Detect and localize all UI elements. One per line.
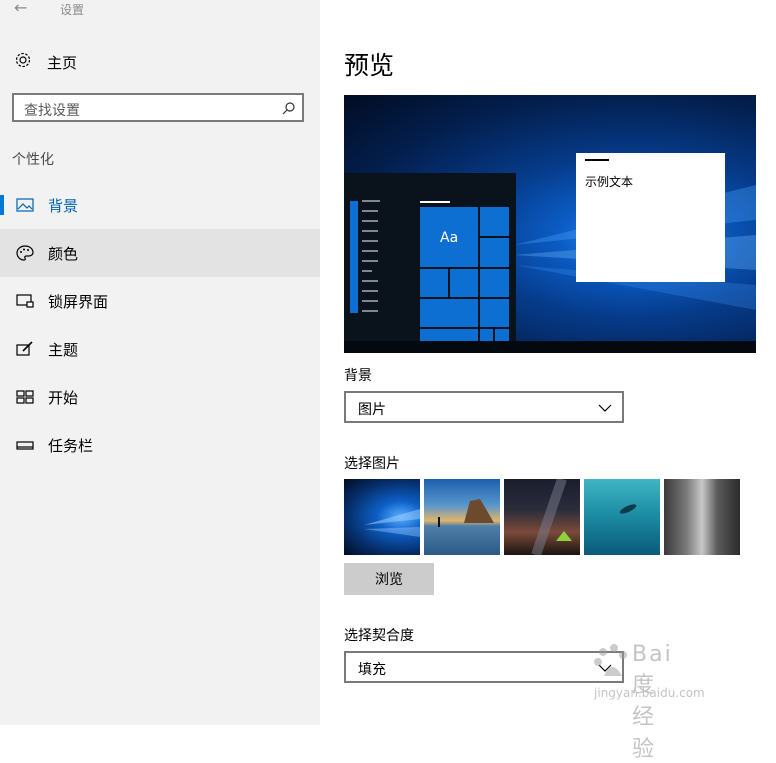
search-placeholder: 查找设置 bbox=[24, 103, 80, 119]
sidebar-item-label: 主题 bbox=[48, 341, 79, 359]
preview-app-list bbox=[362, 200, 380, 312]
sidebar-item-lockscreen[interactable]: 锁屏界面 bbox=[0, 277, 320, 325]
title-bar: ← 设置 bbox=[0, 0, 776, 20]
start-tiles-icon bbox=[16, 389, 34, 405]
lockscreen-icon bbox=[16, 293, 34, 309]
sidebar-item-taskbar[interactable]: 任务栏 bbox=[0, 421, 320, 469]
theme-brush-icon bbox=[16, 341, 34, 357]
sidebar-item-label: 颜色 bbox=[48, 245, 79, 263]
search-icon[interactable] bbox=[282, 100, 296, 119]
sidebar-item-label: 任务栏 bbox=[48, 437, 94, 455]
picture-icon bbox=[16, 197, 34, 213]
thumbnail-milky-way-tent[interactable] bbox=[504, 479, 580, 555]
background-dropdown[interactable]: 图片 bbox=[344, 391, 624, 423]
home-label: 主页 bbox=[47, 53, 78, 72]
choose-picture-label: 选择图片 bbox=[344, 456, 400, 472]
sidebar-item-colors[interactable]: 颜色 bbox=[0, 229, 320, 277]
tile-text: Aa bbox=[440, 230, 459, 246]
thumbnail-windows-light[interactable] bbox=[344, 479, 420, 555]
sample-text: 示例文本 bbox=[585, 175, 634, 189]
section-title: 个性化 bbox=[12, 152, 54, 168]
chevron-down-icon bbox=[598, 400, 612, 419]
preview-sample-window: 示例文本 bbox=[576, 153, 725, 282]
preview-taskbar bbox=[344, 341, 756, 353]
sidebar: 主页 查找设置 个性化 背景 颜色 锁屏界面 主题 开始 任务栏 bbox=[0, 0, 320, 725]
background-label: 背景 bbox=[344, 368, 372, 384]
sidebar-item-label: 锁屏界面 bbox=[48, 293, 109, 311]
preview-group-title bbox=[420, 201, 450, 203]
background-value: 图片 bbox=[358, 402, 386, 418]
sidebar-item-start[interactable]: 开始 bbox=[0, 373, 320, 421]
sidebar-item-label: 开始 bbox=[48, 389, 79, 407]
gear-icon bbox=[14, 51, 32, 73]
browse-label: 浏览 bbox=[375, 571, 403, 587]
sidebar-item-themes[interactable]: 主题 bbox=[0, 325, 320, 373]
sidebar-item-label: 背景 bbox=[48, 197, 79, 215]
watermark-url: jingyan.baidu.com bbox=[594, 686, 705, 700]
browse-button[interactable]: 浏览 bbox=[344, 563, 434, 595]
page-title: 预览 bbox=[344, 51, 395, 80]
fit-value: 填充 bbox=[358, 662, 386, 678]
fit-label: 选择契合度 bbox=[344, 628, 414, 644]
search-input[interactable]: 查找设置 bbox=[12, 93, 304, 122]
taskbar-icon bbox=[16, 437, 34, 453]
window-title: 设置 bbox=[60, 3, 85, 17]
home-nav-item[interactable]: 主页 bbox=[14, 52, 77, 72]
thumbnail-beach-rocks[interactable] bbox=[424, 479, 500, 555]
preview-tiles: Aa bbox=[420, 207, 510, 341]
watermark-brand: Bai度 经验 bbox=[632, 642, 673, 762]
preview-start-menu: Aa bbox=[344, 173, 516, 353]
preview-image: Aa 示例文本 bbox=[344, 95, 756, 353]
palette-icon bbox=[16, 245, 34, 261]
sidebar-item-background[interactable]: 背景 bbox=[0, 181, 320, 229]
thumbnail-rock-cliff[interactable] bbox=[664, 479, 740, 555]
thumbnail-underwater-swimmer[interactable] bbox=[584, 479, 660, 555]
baidu-paw-logo bbox=[594, 644, 627, 676]
preview-app-icons bbox=[350, 201, 358, 313]
fit-dropdown[interactable]: 填充 bbox=[344, 651, 624, 683]
back-arrow-icon[interactable]: ← bbox=[14, 0, 27, 17]
window-title-bar bbox=[585, 159, 609, 161]
